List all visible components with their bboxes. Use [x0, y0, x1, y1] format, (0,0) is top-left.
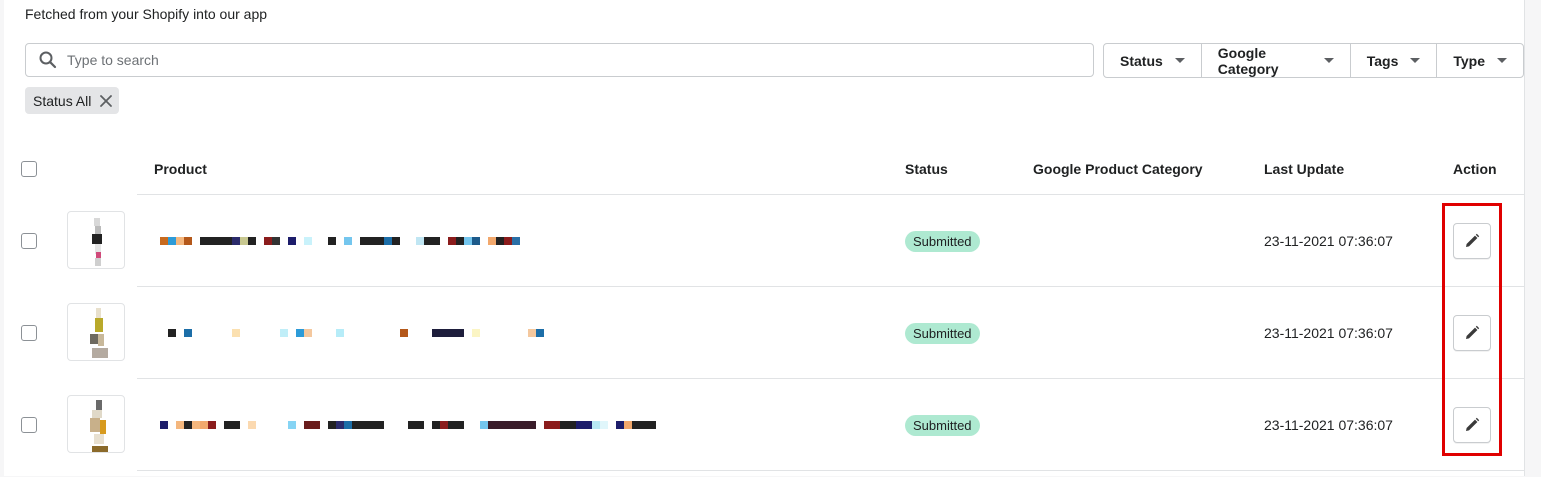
status-filter-button[interactable]: Status — [1104, 44, 1202, 77]
caret-down-icon — [1497, 58, 1507, 63]
product-name-redacted — [160, 421, 656, 429]
product-name-redacted — [168, 329, 544, 337]
last-update-value: 23-11-2021 07:36:07 — [1264, 417, 1393, 433]
card-subtitle: Fetched from your Shopify into our app — [25, 6, 268, 22]
row-checkbox[interactable] — [21, 233, 37, 249]
tags-filter-button[interactable]: Tags — [1351, 44, 1438, 77]
action-column-highlight-box — [1442, 203, 1502, 456]
status-filter-label: Status — [1120, 52, 1163, 69]
type-filter-button[interactable]: Type — [1437, 44, 1523, 77]
status-badge: Submitted — [905, 415, 980, 436]
type-filter-label: Type — [1453, 52, 1485, 69]
product-thumbnail — [67, 211, 125, 269]
status-badge: Submitted — [905, 231, 980, 252]
applied-filter-tag: Status All — [25, 87, 120, 114]
tags-filter-label: Tags — [1366, 52, 1399, 69]
status-badge: Submitted — [905, 323, 980, 344]
product-name-redacted — [160, 237, 520, 245]
select-all-checkbox[interactable] — [21, 161, 37, 177]
filter-group: Status Google Category Tags Type — [1103, 43, 1524, 78]
caret-down-icon — [1174, 58, 1185, 63]
search-input[interactable]: Type to search — [25, 43, 1094, 77]
caret-down-icon — [1410, 58, 1421, 63]
applied-filter-label: Status All — [33, 92, 92, 109]
search-icon — [39, 51, 57, 69]
status-column-header: Status — [905, 161, 948, 177]
google-category-column-header: Google Product Category — [1033, 161, 1203, 177]
product-thumbnail — [67, 395, 125, 453]
google-category-filter-label: Google Category — [1217, 44, 1279, 77]
caret-down-icon — [1323, 58, 1334, 63]
product-thumbnail — [67, 303, 125, 361]
search-placeholder: Type to search — [67, 52, 159, 68]
last-update-column-header: Last Update — [1264, 161, 1345, 177]
products-card: Fetched from your Shopify into our app T… — [4, 0, 1525, 476]
row-checkbox[interactable] — [21, 325, 37, 341]
row-checkbox[interactable] — [21, 417, 37, 433]
last-update-value: 23-11-2021 07:36:07 — [1264, 325, 1393, 341]
google-category-filter-button[interactable]: Google Category — [1202, 44, 1351, 77]
action-column-header: Action — [1453, 161, 1497, 177]
close-icon[interactable] — [99, 94, 113, 108]
last-update-value: 23-11-2021 07:36:07 — [1264, 233, 1393, 249]
product-column-header: Product — [154, 161, 207, 177]
